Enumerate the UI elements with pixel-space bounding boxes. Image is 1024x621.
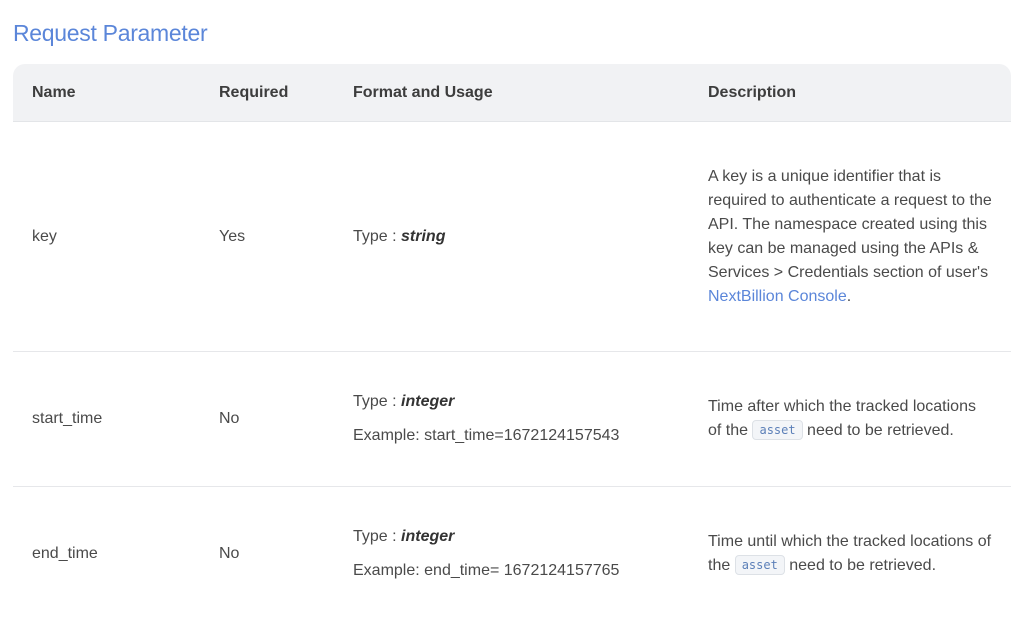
param-description: Time after which the tracked locations o… [689,352,1011,487]
param-format: Type : string [334,122,689,352]
type-value: integer [401,393,454,410]
param-required: Yes [200,122,334,352]
param-description: Time until which the tracked locations o… [689,487,1011,621]
asset-code-chip: asset [735,555,785,575]
column-header-name: Name [13,64,200,122]
table-row: start_time No Type : integer Example: st… [13,352,1011,487]
table-header-row: Name Required Format and Usage Descripti… [13,64,1011,122]
type-value: integer [401,528,454,545]
type-label: Type : [353,528,401,545]
param-required: No [200,487,334,621]
example-line: Example: start_time=1672124157543 [353,424,689,448]
description-text: A key is a unique identifier that is req… [708,168,992,281]
type-value: string [401,228,445,245]
param-name: key [13,122,200,352]
nextbillion-console-link[interactable]: NextBillion Console [708,288,847,305]
example-line: Example: end_time= 1672124157765 [353,559,689,583]
param-name: start_time [13,352,200,487]
type-line: Type : integer [353,525,689,549]
table-row: key Yes Type : string A key is a unique … [13,122,1011,352]
column-header-description: Description [689,64,1011,122]
description-end: . [847,288,851,305]
column-header-required: Required [200,64,334,122]
type-line: Type : integer [353,390,689,414]
param-description: A key is a unique identifier that is req… [689,122,1011,352]
table-row: end_time No Type : integer Example: end_… [13,487,1011,621]
request-parameter-table: Name Required Format and Usage Descripti… [13,64,1011,621]
param-name: end_time [13,487,200,621]
section-title: Request Parameter [13,20,207,47]
param-format: Type : integer Example: start_time=16721… [334,352,689,487]
type-label: Type : [353,393,401,410]
column-header-format: Format and Usage [334,64,689,122]
description-after: need to be retrieved. [803,422,954,439]
param-required: No [200,352,334,487]
type-label: Type : [353,228,401,245]
description-after: need to be retrieved. [785,557,936,574]
type-line: Type : string [353,225,689,249]
param-format: Type : integer Example: end_time= 167212… [334,487,689,621]
asset-code-chip: asset [752,420,802,440]
